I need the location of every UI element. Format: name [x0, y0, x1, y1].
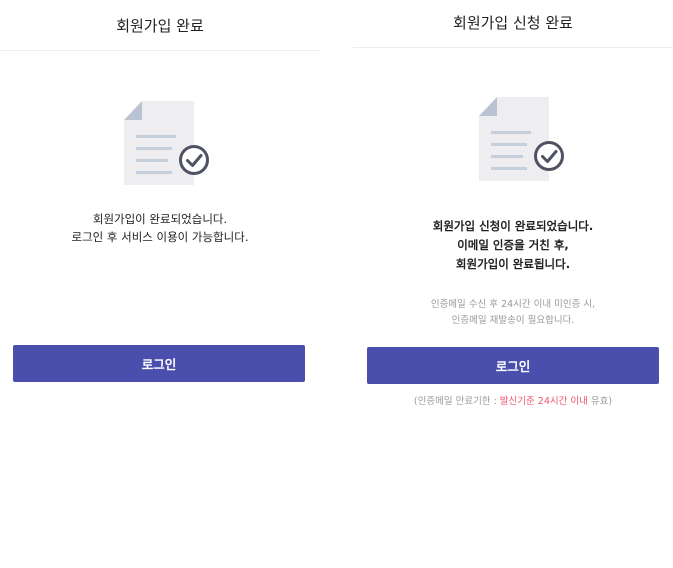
- document-check-icon: [124, 101, 209, 185]
- note-line: 인증메일 수신 후 24시간 이내 미인증 시,: [430, 299, 596, 310]
- login-button[interactable]: 로그인: [13, 345, 305, 382]
- message-line: 회원가입이 완료됩니다.: [455, 257, 571, 271]
- message-line: 회원가입이 완료되었습니다.: [92, 212, 228, 226]
- message-line: 로그인 후 서비스 이용이 가능합니다.: [71, 230, 249, 244]
- page-title: 회원가입 완료: [0, 0, 320, 51]
- signup-complete-screen: 회원가입 완료 회원가입이 완료되었습니다. 로그인 후 서비스 이용이 가능합…: [0, 0, 320, 568]
- completion-message: 회원가입 신청이 완료되었습니다. 이메일 인증을 거친 후, 회원가입이 완료…: [353, 217, 673, 274]
- message-line: 이메일 인증을 거친 후,: [457, 238, 569, 252]
- expiry-highlight: 발신기준 24시간 이내: [499, 396, 588, 407]
- expiry-suffix: 유효): [587, 396, 613, 407]
- login-button[interactable]: 로그인: [367, 347, 659, 384]
- page-title: 회원가입 신청 완료: [353, 0, 673, 48]
- verification-note: 인증메일 수신 후 24시간 이내 미인증 시, 인증메일 재발송이 필요합니다…: [353, 297, 673, 329]
- expiry-note: (인증메일 만료기한 : 발신기준 24시간 이내 유효): [353, 393, 673, 407]
- document-check-icon: [479, 97, 564, 181]
- note-line: 인증메일 재발송이 필요합니다.: [451, 315, 575, 326]
- completion-message: 회원가입이 완료되었습니다. 로그인 후 서비스 이용이 가능합니다.: [0, 210, 320, 246]
- message-line: 회원가입 신청이 완료되었습니다.: [432, 219, 594, 233]
- expiry-prefix: (인증메일 만료기한 :: [413, 396, 500, 407]
- signup-request-complete-screen: 회원가입 신청 완료 회원가입 신청이 완료되었습니다. 이메일 인증을 거친 …: [353, 0, 673, 568]
